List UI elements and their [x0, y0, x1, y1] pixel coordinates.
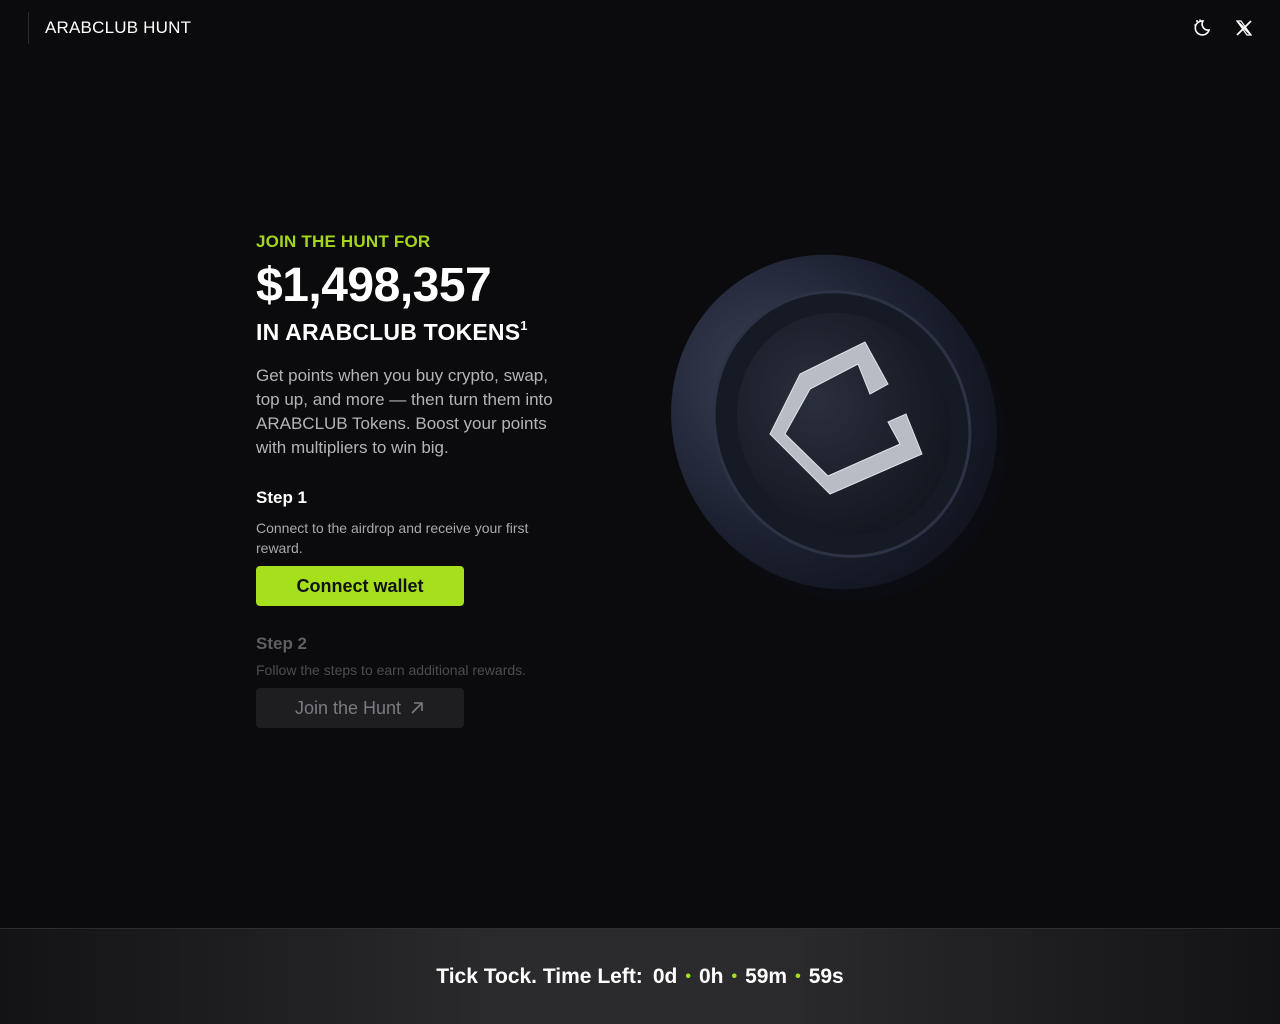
- separator-dot: •: [731, 967, 738, 985]
- footnote-marker: 1: [520, 318, 528, 333]
- header-actions: [1190, 14, 1256, 42]
- connect-wallet-button[interactable]: Connect wallet: [256, 566, 464, 606]
- countdown-minutes: 59m: [745, 964, 788, 988]
- countdown-bar: Tick Tock. Time Left: 0d • 0h • 59m • 59…: [0, 928, 1280, 1024]
- hero-subheading-text: IN ARABCLUB TOKENS: [256, 319, 521, 345]
- prize-amount: $1,498,357: [256, 259, 492, 312]
- header-divider: [28, 12, 29, 44]
- arrow-up-right-icon: [411, 702, 423, 714]
- step1-title: Step 1: [256, 488, 308, 507]
- x-social-icon[interactable]: [1232, 14, 1256, 42]
- step2-text: Follow the steps to earn additional rewa…: [256, 662, 527, 678]
- theme-toggle-icon[interactable]: [1190, 14, 1214, 42]
- step1-text: Connect to the airdrop and receive your …: [256, 520, 529, 556]
- countdown-seconds: 59s: [808, 964, 844, 988]
- separator-dot: •: [685, 967, 691, 985]
- hero-description: Get points when you buy crypto, swap, to…: [256, 366, 553, 457]
- top-bar: ARABCLUB HUNT: [0, 0, 1280, 56]
- countdown-days: 0d: [652, 964, 678, 988]
- join-hunt-button[interactable]: Join the Hunt: [256, 688, 464, 728]
- hero-section: JOIN THE HUNT FOR $1,498,357 IN ARABCLUB…: [256, 232, 596, 728]
- countdown-label: Tick Tock. Time Left:: [436, 964, 643, 988]
- separator-dot: •: [795, 967, 801, 985]
- hero-eyebrow: JOIN THE HUNT FOR: [256, 232, 431, 251]
- connect-wallet-label: Connect wallet: [296, 575, 424, 596]
- countdown-timer: Tick Tock. Time Left: 0d • 0h • 59m • 59…: [436, 965, 844, 989]
- step2-title: Step 2: [256, 634, 308, 653]
- hero-subheading: IN ARABCLUB TOKENS1: [256, 318, 596, 346]
- token-coin-image: [671, 254, 1007, 601]
- join-hunt-label: Join the Hunt: [294, 697, 402, 718]
- countdown-hours: 0h: [698, 964, 724, 988]
- brand-title[interactable]: ARABCLUB HUNT: [45, 18, 191, 38]
